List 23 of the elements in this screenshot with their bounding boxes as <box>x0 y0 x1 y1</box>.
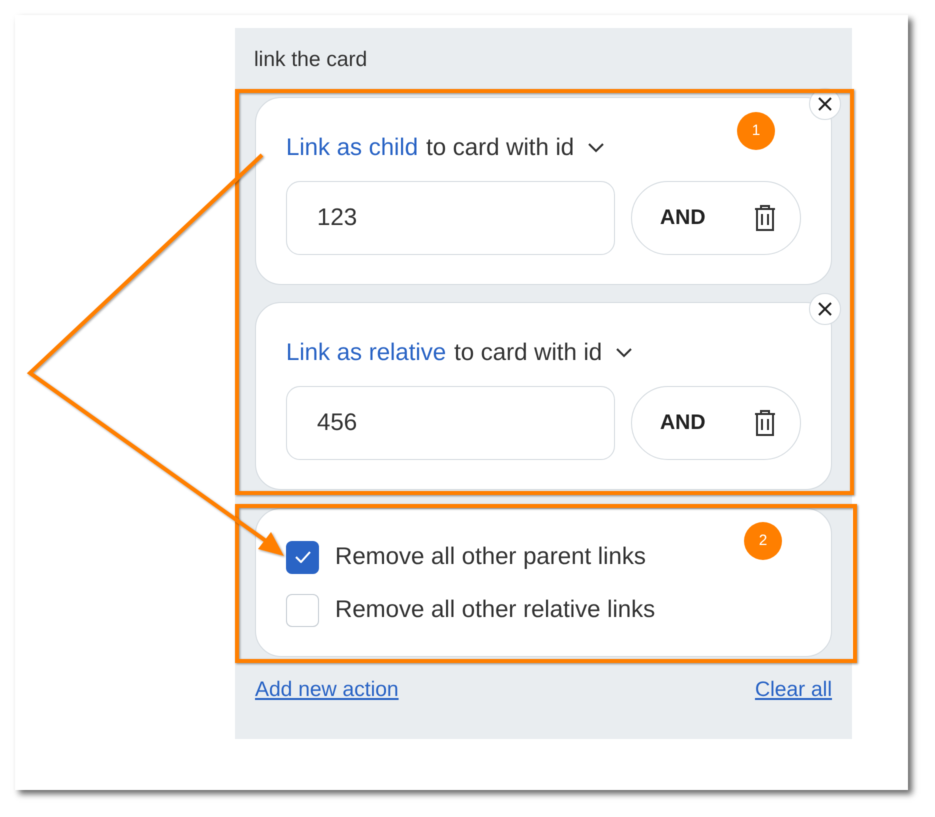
panel-title: link the card <box>254 47 368 73</box>
operator-button[interactable]: AND <box>631 386 801 460</box>
operator-button[interactable]: AND <box>631 181 801 255</box>
chevron-down-icon[interactable] <box>588 143 604 153</box>
checkbox[interactable] <box>286 540 319 574</box>
close-button[interactable] <box>809 293 841 325</box>
trash-icon[interactable] <box>754 205 776 231</box>
close-icon <box>818 302 832 316</box>
option-label: Remove all other parent links <box>335 542 646 572</box>
chevron-down-icon[interactable] <box>616 348 632 358</box>
link-type-dropdown[interactable]: Link as child <box>286 130 418 166</box>
action-label: to card with id <box>454 338 602 368</box>
add-action-link[interactable]: Add new action <box>255 674 399 706</box>
action-label: to card with id <box>426 133 574 163</box>
close-icon <box>818 97 832 111</box>
trash-icon[interactable] <box>754 410 776 436</box>
link-type-dropdown[interactable]: Link as relative <box>286 335 446 371</box>
card-id-field[interactable]: 456 <box>286 386 615 460</box>
option-label: Remove all other relative links <box>335 595 656 625</box>
card-id-field[interactable]: 123 <box>286 181 615 255</box>
clear-all-link[interactable]: Clear all <box>754 674 832 706</box>
check-icon <box>294 551 310 563</box>
checkbox[interactable] <box>286 594 319 626</box>
